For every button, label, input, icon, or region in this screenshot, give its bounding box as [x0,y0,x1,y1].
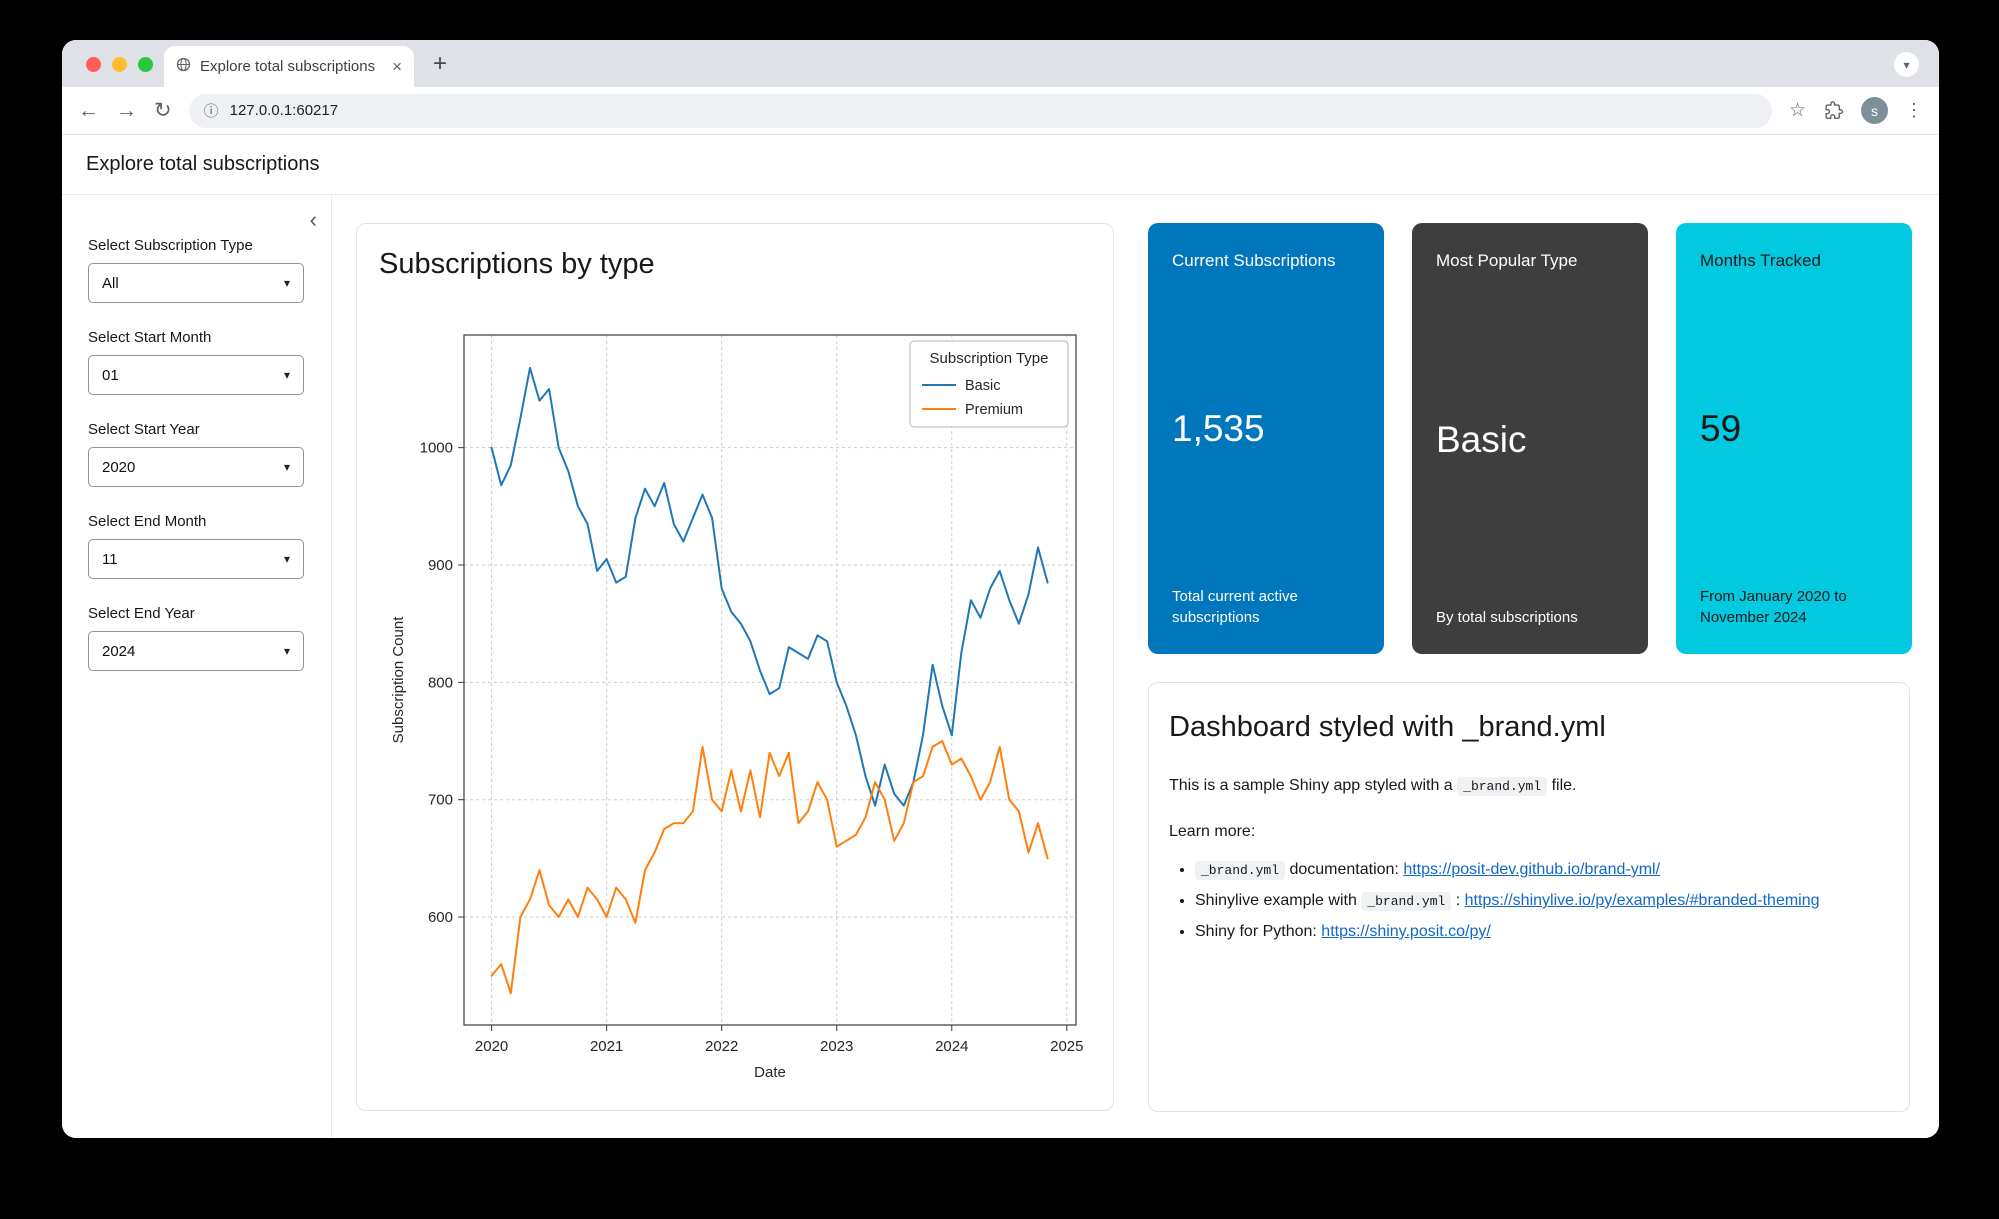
subscription-type-select[interactable]: All ▾ [88,263,304,303]
minimize-window-button[interactable] [112,57,127,72]
svg-text:600: 600 [428,909,453,926]
select-value: All [102,275,119,292]
svg-text:2023: 2023 [820,1038,853,1055]
value-box-caption: From January 2020 to November 2024 [1700,586,1888,630]
list-item: Shiny for Python: https://shiny.posit.co… [1195,920,1885,944]
value-box-title: Current Subscriptions [1172,250,1360,273]
tab-title: Explore total subscriptions [200,58,383,75]
zoom-window-button[interactable] [138,57,153,72]
svg-text:900: 900 [428,557,453,574]
subscriptions-chart: 2020 2021 2022 2023 2024 2025 600 700 800 900 1000… [357,224,1115,1112]
list-item: Shinylive example with _brand.yml : http… [1195,889,1885,913]
shinylive-example-link[interactable]: https://shinylive.io/py/examples/#brande… [1465,892,1820,909]
menu-kebab-icon[interactable]: ⋮ [1905,100,1923,121]
select-value: 11 [102,551,118,568]
svg-text:2020: 2020 [475,1038,508,1055]
info-intro: This is a sample Shiny app styled with a… [1169,774,1885,798]
profile-avatar[interactable]: s [1861,97,1888,124]
svg-text:800: 800 [428,674,453,691]
forward-icon[interactable]: → [116,99,137,123]
control-start-month: Select Start Month 01 ▾ [88,329,305,395]
control-subscription-type: Select Subscription Type All ▾ [88,237,305,303]
list-item: _brand.yml documentation: https://posit-… [1195,858,1885,882]
shiny-python-link[interactable]: https://shiny.posit.co/py/ [1321,923,1491,940]
chart-card: 2020 2021 2022 2023 2024 2025 600 700 800 900 1000… [356,223,1114,1111]
svg-text:2025: 2025 [1050,1038,1083,1055]
select-value: 01 [102,367,119,384]
svg-text:Basic: Basic [965,378,1000,394]
chevron-down-icon: ▾ [284,368,290,382]
page-title: Explore total subscriptions [62,135,1939,195]
value-box-caption: Total current active subscriptions [1172,586,1360,630]
value-box-current-subscriptions: Current Subscriptions 1,535 Total curren… [1148,223,1384,654]
select-value: 2024 [102,643,135,660]
sidebar: ‹ Select Subscription Type All ▾ Select … [62,195,332,1138]
end-year-select[interactable]: 2024 ▾ [88,631,304,671]
control-label: Select Start Year [88,421,305,438]
control-label: Select End Month [88,513,305,530]
info-card-title: Dashboard styled with _brand.yml [1169,711,1885,744]
svg-text:2024: 2024 [935,1038,968,1055]
control-label: Select Subscription Type [88,237,305,254]
value-box-value: 59 [1700,408,1888,450]
bookmark-star-icon[interactable]: ☆ [1789,99,1806,122]
brand-yml-docs-link[interactable]: https://posit-dev.github.io/brand-yml/ [1403,861,1660,878]
main-content: 2020 2021 2022 2023 2024 2025 600 700 800 900 1000… [332,195,1939,1138]
close-window-button[interactable] [86,57,101,72]
chart-title: Subscriptions by type [379,248,655,281]
control-start-year: Select Start Year 2020 ▾ [88,421,305,487]
value-box-caption: By total subscriptions [1436,607,1624,629]
browser-window: Explore total subscriptions × + ▾ ← → ↻ … [62,40,1939,1138]
svg-text:1000: 1000 [420,440,453,457]
site-info-icon[interactable]: ⓘ [204,100,219,121]
url-text: 127.0.0.1:60217 [230,102,338,119]
inline-code: _brand.yml [1457,777,1547,796]
value-box-title: Most Popular Type [1436,250,1624,273]
extensions-icon[interactable] [1823,100,1844,121]
chevron-down-icon: ▾ [284,552,290,566]
inline-code: _brand.yml [1195,861,1285,880]
control-end-year: Select End Year 2024 ▾ [88,605,305,671]
tab-close-icon[interactable]: × [392,58,402,75]
value-box-most-popular-type: Most Popular Type Basic By total subscri… [1412,223,1648,654]
reload-icon[interactable]: ↻ [154,98,172,123]
value-box-title: Months Tracked [1700,250,1888,273]
address-bar[interactable]: ⓘ 127.0.0.1:60217 [189,94,1772,128]
tab-search-button[interactable]: ▾ [1894,52,1919,77]
chevron-down-icon: ▾ [284,644,290,658]
svg-text:700: 700 [428,792,453,809]
svg-text:Subscription Type: Subscription Type [930,350,1049,367]
window-controls [86,57,153,72]
learn-more-label: Learn more: [1169,820,1885,844]
browser-toolbar: ← → ↻ ⓘ 127.0.0.1:60217 ☆ s ⋮ [62,87,1939,135]
value-box-value: Basic [1436,419,1624,461]
app-page: Explore total subscriptions ‹ Select Sub… [62,135,1939,1138]
value-box-value: 1,535 [1172,408,1360,450]
start-month-select[interactable]: 01 ▾ [88,355,304,395]
tab-favicon-icon [176,57,191,77]
chevron-down-icon: ▾ [284,460,290,474]
back-icon[interactable]: ← [78,99,99,123]
new-tab-button[interactable]: + [426,50,454,78]
svg-text:Premium: Premium [965,402,1023,418]
control-label: Select End Year [88,605,305,622]
svg-text:Subscription Count: Subscription Count [390,616,407,744]
value-box-months-tracked: Months Tracked 59 From January 2020 to N… [1676,223,1912,654]
brand-info-card: Dashboard styled with _brand.yml This is… [1148,682,1910,1112]
start-year-select[interactable]: 2020 ▾ [88,447,304,487]
svg-text:Date: Date [754,1064,786,1081]
svg-text:2021: 2021 [590,1038,623,1055]
sidebar-collapse-icon[interactable]: ‹ [310,209,317,231]
learn-more-list: _brand.yml documentation: https://posit-… [1169,858,1885,944]
select-value: 2020 [102,459,135,476]
browser-tab[interactable]: Explore total subscriptions × [164,46,414,87]
end-month-select[interactable]: 11 ▾ [88,539,304,579]
control-end-month: Select End Month 11 ▾ [88,513,305,579]
chevron-down-icon: ▾ [284,276,290,290]
tab-strip: Explore total subscriptions × + ▾ [62,40,1939,87]
inline-code: _brand.yml [1361,892,1451,911]
control-label: Select Start Month [88,329,305,346]
svg-text:2022: 2022 [705,1038,738,1055]
